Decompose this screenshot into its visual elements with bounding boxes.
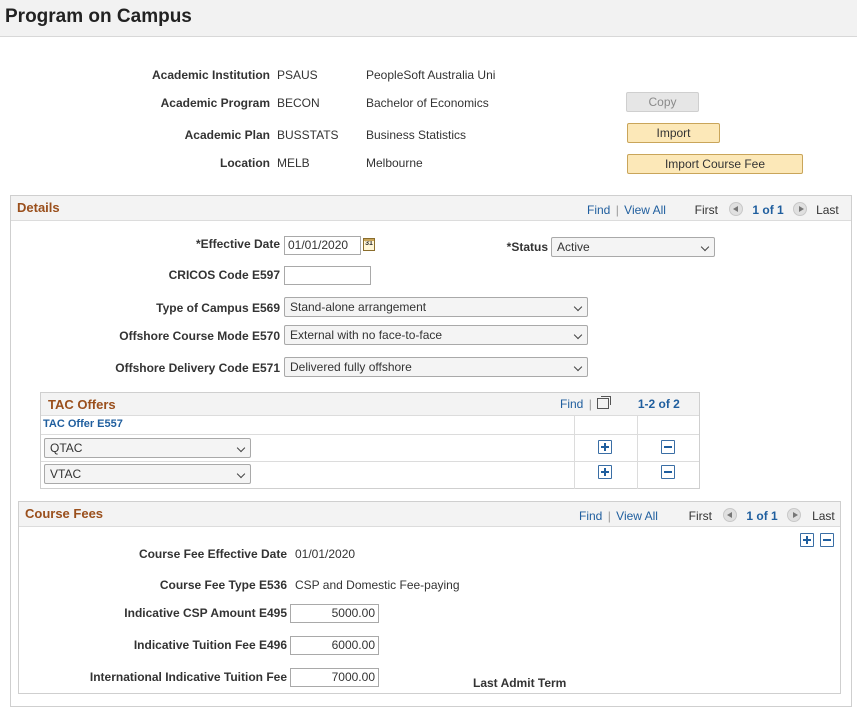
international-indicative-tuition-fee-label: International Indicative Tuition Fee	[89, 670, 287, 684]
status-value: Active	[557, 240, 590, 254]
calendar-icon[interactable]: 31	[363, 238, 375, 251]
academic-institution-label: Academic Institution	[151, 68, 270, 82]
delete-course-fee-button[interactable]	[820, 533, 834, 547]
offshore-course-mode-value: External with no face-to-face	[290, 328, 443, 342]
import-course-fee-button[interactable]: Import Course Fee	[627, 154, 803, 174]
indicative-csp-amount-label: Indicative CSP Amount E495	[124, 606, 287, 620]
offshore-delivery-code-value: Delivered fully offshore	[290, 360, 412, 374]
effective-date-input[interactable]: 01/01/2020	[284, 236, 361, 255]
details-header: Details Find | View All First 1 of 1 Las…	[11, 196, 851, 221]
tac-offers-find-link[interactable]: Find	[560, 397, 583, 411]
course-fees-nav: Find | View All First 1 of 1 Last	[579, 508, 835, 523]
chevron-down-icon	[573, 362, 583, 372]
course-fees-header: Course Fees Find | View All First 1 of 1…	[19, 502, 840, 527]
academic-program-label: Academic Program	[160, 96, 270, 110]
course-fee-type-label: Course Fee Type E536	[159, 578, 287, 592]
details-nav: Find | View All First 1 of 1 Last	[587, 202, 839, 217]
add-course-fee-button[interactable]	[800, 533, 814, 547]
course-fees-nav-separator: |	[607, 509, 611, 523]
popout-icon[interactable]	[597, 396, 612, 409]
tac-offers-row-count: 1-2 of 2	[637, 397, 680, 411]
tac-offer-value: QTAC	[50, 441, 83, 455]
course-fees-previous-icon[interactable]	[722, 508, 737, 522]
status-select[interactable]: Active	[551, 237, 715, 257]
tac-offers-title: TAC Offers	[48, 397, 116, 412]
tac-offers-header: TAC Offers Find | 1-2 of 2	[41, 393, 699, 416]
tac-offers-grid: TAC Offers Find | 1-2 of 2 TAC Offer E55…	[40, 392, 700, 489]
location-code: MELB	[277, 156, 310, 170]
details-title: Details	[17, 200, 60, 215]
effective-date-label: *Effective Date	[195, 237, 280, 251]
details-next-icon[interactable]	[793, 202, 808, 216]
cricos-code-input[interactable]	[284, 266, 371, 285]
international-indicative-tuition-fee-input[interactable]: 7000.00	[290, 668, 379, 687]
offshore-delivery-code-label: Offshore Delivery Code E571	[115, 361, 280, 375]
add-row-button[interactable]	[598, 465, 612, 479]
course-fees-next-icon[interactable]	[787, 508, 802, 522]
academic-plan-label: Academic Plan	[184, 128, 270, 142]
grid-divider	[41, 434, 699, 435]
details-view-all-link[interactable]: View All	[624, 203, 666, 217]
offshore-course-mode-label: Offshore Course Mode E570	[119, 329, 280, 343]
chevron-down-icon	[573, 302, 583, 312]
add-row-button[interactable]	[598, 440, 612, 454]
tac-offer-select-1[interactable]: QTAC	[44, 438, 251, 458]
type-of-campus-select[interactable]: Stand-alone arrangement	[284, 297, 588, 317]
academic-plan-code: BUSSTATS	[277, 128, 339, 142]
course-fees-title: Course Fees	[25, 506, 104, 521]
course-fees-section: Course Fees Find | View All First 1 of 1…	[18, 501, 841, 694]
details-previous-icon[interactable]	[728, 202, 743, 216]
tac-offer-value: VTAC	[50, 467, 82, 481]
course-fee-type-value: CSP and Domestic Fee-paying	[295, 578, 460, 592]
status-label: *Status	[506, 240, 548, 254]
course-fees-view-all-link[interactable]: View All	[616, 509, 658, 523]
grid-divider	[574, 416, 575, 489]
details-first-label: First	[694, 203, 718, 217]
tac-offer-select-2[interactable]: VTAC	[44, 464, 251, 484]
course-fees-first-label: First	[688, 509, 712, 523]
chevron-down-icon	[700, 242, 710, 252]
academic-program-description: Bachelor of Economics	[366, 96, 489, 110]
academic-plan-description: Business Statistics	[366, 128, 467, 142]
details-find-link[interactable]: Find	[587, 203, 610, 217]
tac-offer-column-header: TAC Offer E557	[43, 418, 123, 430]
page-title-bar: Program on Campus	[0, 0, 857, 37]
academic-program-code: BECON	[277, 96, 320, 110]
indicative-tuition-fee-input[interactable]: 6000.00	[290, 636, 379, 655]
course-fee-effective-date-value: 01/01/2020	[295, 547, 356, 561]
offshore-delivery-code-select[interactable]: Delivered fully offshore	[284, 357, 588, 377]
location-label: Location	[220, 156, 270, 170]
course-fee-effective-date-label: Course Fee Effective Date	[138, 547, 287, 561]
indicative-csp-amount-input[interactable]: 5000.00	[290, 604, 379, 623]
last-admit-term-label: Last Admit Term	[473, 676, 567, 690]
offshore-course-mode-select[interactable]: External with no face-to-face	[284, 325, 588, 345]
import-button[interactable]: Import	[627, 123, 720, 143]
course-fees-row-count: 1 of 1	[746, 509, 778, 523]
chevron-down-icon	[236, 469, 246, 479]
delete-row-button[interactable]	[661, 440, 675, 454]
type-of-campus-label: Type of Campus E569	[156, 301, 280, 315]
indicative-tuition-fee-label: Indicative Tuition Fee E496	[133, 638, 287, 652]
chevron-down-icon	[573, 330, 583, 340]
course-fees-last-label: Last	[812, 509, 835, 523]
details-row-count: 1 of 1	[752, 203, 784, 217]
type-of-campus-value: Stand-alone arrangement	[290, 300, 427, 314]
academic-institution-description: PeopleSoft Australia Uni	[366, 68, 496, 82]
details-last-label: Last	[816, 203, 839, 217]
cricos-code-label: CRICOS Code E597	[168, 268, 280, 282]
tac-offers-nav: Find | 1-2 of 2	[560, 396, 680, 411]
course-fees-find-link[interactable]: Find	[579, 509, 602, 523]
location-description: Melbourne	[366, 156, 423, 170]
academic-institution-code: PSAUS	[277, 68, 318, 82]
tac-offers-nav-separator: |	[588, 397, 592, 411]
page-title: Program on Campus	[5, 6, 192, 27]
grid-divider	[637, 416, 638, 489]
grid-divider	[41, 461, 699, 462]
chevron-down-icon	[236, 443, 246, 453]
copy-button[interactable]: Copy	[626, 92, 699, 112]
details-nav-separator: |	[615, 203, 619, 217]
delete-row-button[interactable]	[661, 465, 675, 479]
